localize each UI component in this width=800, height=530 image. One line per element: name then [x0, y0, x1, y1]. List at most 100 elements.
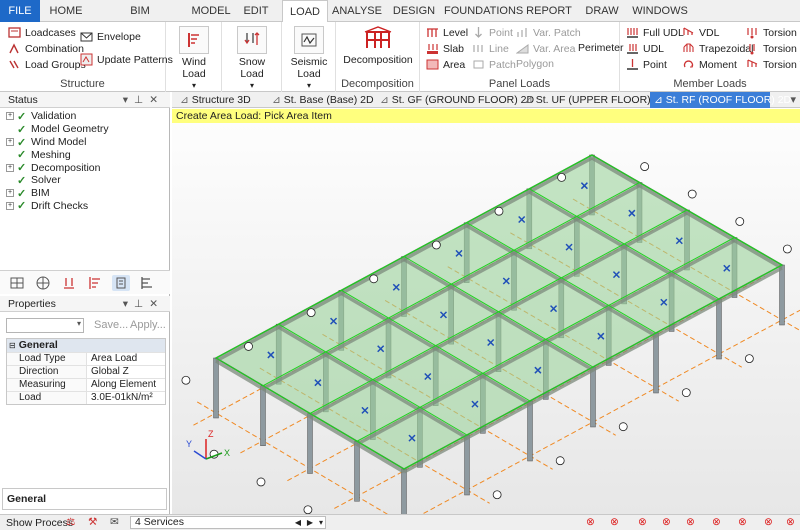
tab-draw[interactable]: DRAW	[584, 0, 620, 22]
line-button[interactable]: Line	[472, 42, 509, 55]
column[interactable]	[354, 441, 360, 502]
udl-button[interactable]: UDL	[626, 42, 664, 55]
tab-foundations[interactable]: FOUNDATIONS	[444, 0, 523, 22]
doc-tab-st-uf[interactable]: ⊿ St. UF (UPPER FLOOR) 2D	[520, 92, 667, 108]
expand-icon[interactable]: +	[6, 189, 14, 198]
tree-item-wind-model[interactable]: + ✓ Wind Model	[6, 136, 166, 149]
torsion-fu-button[interactable]: Torsion Fu	[746, 26, 800, 39]
load-icon[interactable]: ⚒	[88, 516, 97, 528]
column[interactable]	[307, 413, 313, 474]
tab-windows[interactable]: WINDOWS	[630, 0, 690, 22]
tree-item-bim[interactable]: + ✓ BIM	[6, 187, 166, 200]
tree-item-validation[interactable]: + ✓ Validation	[6, 110, 166, 123]
moment-button[interactable]: Moment	[682, 58, 737, 71]
error-icon[interactable]: ⊗	[686, 516, 695, 528]
chevron-down-icon[interactable]: ▾	[319, 517, 323, 528]
column[interactable]	[401, 468, 407, 530]
slab-button[interactable]: Slab	[426, 42, 464, 55]
column[interactable]	[716, 298, 722, 360]
doc-tab-structure-3d[interactable]: ⊿ Structure 3D	[176, 92, 264, 108]
column[interactable]	[213, 357, 219, 419]
tab-design[interactable]: DESIGN	[390, 0, 438, 22]
torsion-u-button[interactable]: Torsion U	[746, 42, 800, 55]
grid-bubble[interactable]	[431, 240, 441, 250]
error-icon[interactable]: ⊗	[610, 516, 619, 528]
patch-button[interactable]: Patch	[472, 58, 516, 71]
results-icon[interactable]	[138, 275, 156, 291]
property-value[interactable]: Global Z	[87, 366, 165, 378]
level-button[interactable]: Level	[426, 26, 468, 39]
grid-bubble[interactable]	[640, 162, 650, 171]
apply-button[interactable]: Apply...	[130, 319, 166, 331]
tab-analyse[interactable]: ANALYSE	[332, 0, 382, 22]
tab-model[interactable]: MODEL	[190, 0, 232, 22]
property-value[interactable]: Along Element	[87, 379, 165, 391]
grid-bubble[interactable]	[782, 244, 792, 254]
error-icon[interactable]: ⊗	[764, 516, 773, 528]
doc-tab-st-rf[interactable]: ⊿ St. RF (ROOF FLOOR) 2D	[650, 92, 791, 108]
grid-bubble[interactable]	[735, 217, 745, 226]
scroll-left-icon[interactable]: ◀	[295, 517, 301, 528]
polygon-button[interactable]: Polygon	[516, 58, 554, 70]
full-udl-button[interactable]: Full UDL	[626, 26, 684, 39]
property-value[interactable]: 3.0E-01kN/m²	[87, 392, 165, 404]
column[interactable]	[527, 400, 533, 462]
decomposition-button[interactable]: Decomposition	[340, 24, 416, 66]
area-button[interactable]: Area	[426, 58, 465, 71]
error-icon[interactable]: ⊗	[786, 516, 795, 528]
perimeter-button[interactable]: Perimeter	[578, 42, 624, 54]
grid-bubble[interactable]	[256, 477, 266, 487]
structure-model[interactable]: Z Y X	[162, 123, 800, 530]
collapse-icon[interactable]: ⊟	[9, 341, 16, 350]
property-row-measuring[interactable]: Measuring Along Element	[7, 378, 165, 391]
expand-icon[interactable]: +	[6, 112, 14, 121]
grid-bubble[interactable]	[303, 505, 313, 515]
preset-dropdown[interactable]: ▾	[6, 318, 84, 333]
property-row-direction[interactable]: Direction Global Z	[7, 365, 165, 378]
load-view-icon[interactable]	[60, 275, 78, 291]
tab-file[interactable]: FILE	[0, 0, 40, 22]
doc-tab-st-base[interactable]: ⊿ St. Base (Base) 2D	[268, 92, 374, 108]
property-group-header[interactable]: ⊟ General	[7, 339, 165, 352]
grid-bubble[interactable]	[492, 490, 502, 500]
panel-header-buttons[interactable]: ▾⊥✕	[123, 92, 164, 108]
doc-tab-st-gf[interactable]: ⊿ St. GF (GROUND FLOOR) 2D	[376, 92, 534, 108]
scroll-right-icon[interactable]: ▶	[307, 517, 313, 528]
column[interactable]	[779, 264, 785, 326]
grid-bubble[interactable]	[744, 354, 754, 364]
wind-load-button[interactable]: Wind Load ▾	[170, 26, 218, 92]
error-icon[interactable]: ⊗	[712, 516, 721, 528]
column[interactable]	[464, 434, 470, 496]
save-button[interactable]: Save...	[94, 319, 128, 331]
property-row-load[interactable]: Load 3.0E-01kN/m²	[7, 391, 165, 404]
tree-item-drift-checks[interactable]: + ✓ Drift Checks	[6, 200, 166, 212]
grid-bubble[interactable]	[557, 173, 567, 182]
tab-home[interactable]: HOME	[44, 0, 88, 22]
grid-bubble[interactable]	[494, 206, 504, 216]
var-patch-button[interactable]: Var. Patch	[516, 26, 581, 39]
error-icon[interactable]: ⊗	[662, 516, 671, 528]
mail-icon[interactable]: ✉	[110, 516, 119, 528]
grid-bubble[interactable]	[687, 189, 697, 199]
tree-item-model-geometry[interactable]: ✓ Model Geometry	[6, 123, 166, 136]
structure-view-icon[interactable]	[8, 275, 26, 291]
viewport-3d[interactable]: Z Y X	[162, 123, 800, 530]
column[interactable]	[653, 332, 659, 394]
grid-bubble[interactable]	[369, 274, 379, 284]
tab-report[interactable]: REPORT	[524, 0, 574, 22]
tab-edit[interactable]: EDIT	[236, 0, 276, 22]
expand-icon[interactable]: +	[6, 201, 14, 210]
property-value[interactable]: Area Load	[87, 353, 165, 365]
update-patterns-button[interactable]: Update Patterns	[80, 53, 173, 66]
grid-bubble[interactable]	[555, 456, 565, 466]
analysis-icon[interactable]	[86, 275, 104, 291]
tree-item-decomposition[interactable]: + ✓ Decomposition	[6, 161, 166, 174]
close-tab-icon[interactable]: ▾	[790, 93, 796, 106]
error-icon[interactable]: ⊗	[586, 516, 595, 528]
combination-button[interactable]: Combination	[8, 42, 84, 55]
grid-bubble[interactable]	[681, 388, 691, 398]
expand-icon[interactable]: +	[6, 163, 14, 172]
snow-load-button[interactable]: Snow Load ▾	[226, 26, 278, 92]
design-icon[interactable]	[112, 275, 130, 291]
column[interactable]	[260, 385, 266, 446]
